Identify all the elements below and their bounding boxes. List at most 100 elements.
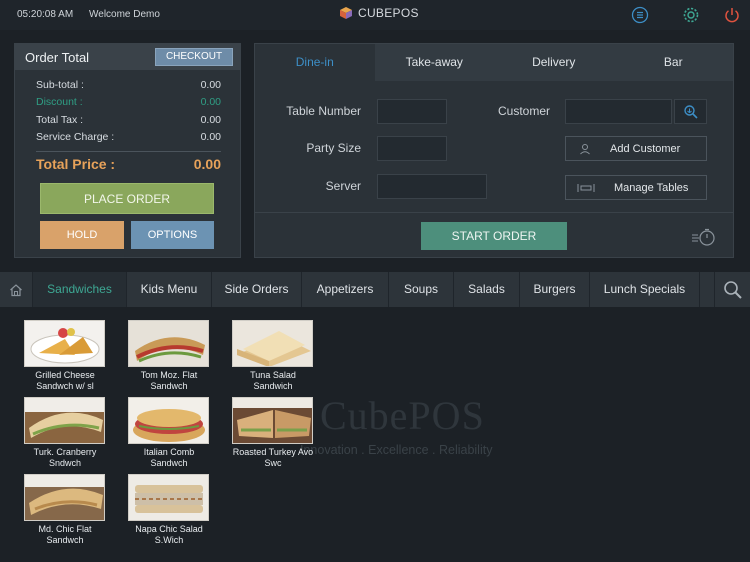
- manage-tables-button[interactable]: Manage Tables: [565, 175, 707, 200]
- table-number-input[interactable]: [377, 99, 447, 124]
- watermark-logo: CubePOS: [320, 393, 485, 438]
- discount-value: 0.00: [200, 96, 221, 108]
- service-charge-value: 0.00: [200, 131, 221, 143]
- category-kids-menu[interactable]: Kids Menu: [127, 272, 212, 307]
- server-label: Server: [325, 179, 361, 193]
- item-thumbnail: [232, 320, 313, 367]
- item-thumbnail: [24, 397, 105, 444]
- user-icon: [580, 143, 590, 154]
- home-icon: [10, 283, 22, 296]
- order-total-panel: Order Total CHECKOUT Sub-total : 0.00 Di…: [14, 43, 241, 258]
- divider: [36, 151, 221, 152]
- turkey-cranberry-sandwich-image: [25, 398, 104, 443]
- service-charge-label: Service Charge :: [36, 131, 115, 143]
- item-label: Md. Chic Flat Sandwch: [38, 524, 92, 545]
- napa-chicken-salad-image: [129, 475, 208, 520]
- grilled-cheese-image: [30, 328, 100, 364]
- menu-item[interactable]: Roasted Turkey Avo Swc: [232, 397, 314, 469]
- brand-logo: CUBEPOS: [339, 6, 419, 20]
- stopwatch-icon[interactable]: [691, 227, 717, 247]
- place-order-button[interactable]: PLACE ORDER: [40, 183, 214, 214]
- manage-tables-label: Manage Tables: [614, 181, 689, 194]
- cube-logo-icon: [340, 7, 352, 19]
- category-salads[interactable]: Salads: [454, 272, 520, 307]
- item-thumbnail: [128, 320, 209, 367]
- subtotal-label: Sub-total :: [36, 79, 84, 91]
- category-side-orders[interactable]: Side Orders: [212, 272, 302, 307]
- order-type-panel: Dine-in Take-away Delivery Bar Table Num…: [254, 43, 734, 258]
- table-number-label: Table Number: [286, 104, 361, 118]
- item-thumbnail: [232, 397, 313, 444]
- tom-moz-sandwich-image: [129, 321, 208, 366]
- menu-item[interactable]: Napa Chic Salad S.Wich: [128, 474, 210, 546]
- item-thumbnail: [24, 474, 105, 521]
- start-order-button[interactable]: START ORDER: [421, 222, 567, 250]
- home-button[interactable]: [0, 272, 33, 307]
- item-thumbnail: [128, 397, 209, 444]
- subtotal-row: Sub-total : 0.00: [36, 79, 221, 91]
- tab-dine-in[interactable]: Dine-in: [255, 44, 375, 81]
- order-type-tabs: Dine-in Take-away Delivery Bar: [255, 44, 733, 81]
- total-price-row: Total Price : 0.00: [36, 156, 221, 172]
- roasted-turkey-avo-image: [233, 398, 312, 443]
- tab-take-away[interactable]: Take-away: [375, 44, 495, 81]
- menu-item[interactable]: Tom Moz. Flat Sandwch: [128, 320, 210, 392]
- item-label: Turk. Cranberry Sndwch: [33, 447, 97, 468]
- gear-icon[interactable]: [682, 6, 700, 24]
- tuna-salad-sandwich-image: [233, 321, 312, 366]
- menu-item[interactable]: Italian Comb Sandwch: [128, 397, 210, 469]
- search-icon: [683, 104, 698, 119]
- brand-name: CUBEPOS: [358, 6, 419, 20]
- power-icon[interactable]: [723, 6, 741, 24]
- item-label: Grilled Cheese Sandwch w/ sl: [35, 370, 95, 391]
- customer-label: Customer: [497, 104, 550, 118]
- category-sandwiches[interactable]: Sandwiches: [33, 272, 127, 307]
- item-thumbnail: [24, 320, 105, 367]
- hold-button[interactable]: HOLD: [40, 221, 124, 249]
- party-size-input[interactable]: [377, 136, 447, 161]
- list-menu-icon[interactable]: [631, 6, 649, 24]
- tab-delivery[interactable]: Delivery: [494, 44, 614, 81]
- item-label: Tuna Salad Sandwich: [250, 370, 296, 391]
- total-price-label: Total Price :: [36, 156, 116, 172]
- server-input[interactable]: [377, 174, 487, 199]
- clock: 05:20:08 AM: [17, 9, 74, 20]
- tab-bar[interactable]: Bar: [614, 44, 734, 81]
- add-customer-button[interactable]: Add Customer: [565, 136, 707, 161]
- search-icon: [723, 280, 742, 299]
- subtotal-value: 0.00: [200, 79, 221, 91]
- italian-comb-sandwich-image: [129, 398, 208, 443]
- watermark-tagline: Innovation . Excellence . Reliability: [300, 443, 493, 457]
- item-thumbnail: [128, 474, 209, 521]
- checkout-button[interactable]: CHECKOUT: [155, 48, 233, 66]
- item-label: Napa Chic Salad S.Wich: [135, 524, 203, 545]
- divider: [255, 212, 733, 213]
- welcome-text: Welcome Demo: [89, 9, 160, 20]
- tax-label: Total Tax :: [36, 114, 84, 126]
- discount-row: Discount : 0.00: [36, 96, 221, 108]
- discount-label: Discount :: [36, 96, 83, 108]
- item-label: Roasted Turkey Avo Swc: [232, 447, 314, 468]
- menu-item[interactable]: Tuna Salad Sandwich: [232, 320, 314, 392]
- total-price-value: 0.00: [193, 156, 221, 172]
- category-lunch-specials[interactable]: Lunch Specials: [590, 272, 700, 307]
- menu-item[interactable]: Turk. Cranberry Sndwch: [24, 397, 106, 469]
- order-total-header: Order Total CHECKOUT: [15, 44, 240, 70]
- med-chicken-flat-sandwich-image: [25, 475, 104, 520]
- category-soups[interactable]: Soups: [389, 272, 454, 307]
- customer-input[interactable]: [565, 99, 672, 124]
- tax-row: Total Tax : 0.00: [36, 114, 221, 126]
- order-total-title: Order Total: [25, 50, 90, 65]
- party-size-label: Party Size: [306, 141, 361, 155]
- category-burgers[interactable]: Burgers: [520, 272, 590, 307]
- options-button[interactable]: OPTIONS: [131, 221, 214, 249]
- item-search-button[interactable]: [714, 272, 750, 307]
- item-label: Italian Comb Sandwch: [143, 447, 195, 468]
- tax-value: 0.00: [200, 114, 221, 126]
- add-customer-label: Add Customer: [610, 142, 681, 155]
- item-label: Tom Moz. Flat Sandwch: [140, 370, 198, 391]
- menu-item[interactable]: Md. Chic Flat Sandwch: [24, 474, 106, 546]
- category-appetizers[interactable]: Appetizers: [302, 272, 389, 307]
- customer-search-button[interactable]: [674, 99, 707, 124]
- menu-item[interactable]: Grilled Cheese Sandwch w/ sl: [24, 320, 106, 392]
